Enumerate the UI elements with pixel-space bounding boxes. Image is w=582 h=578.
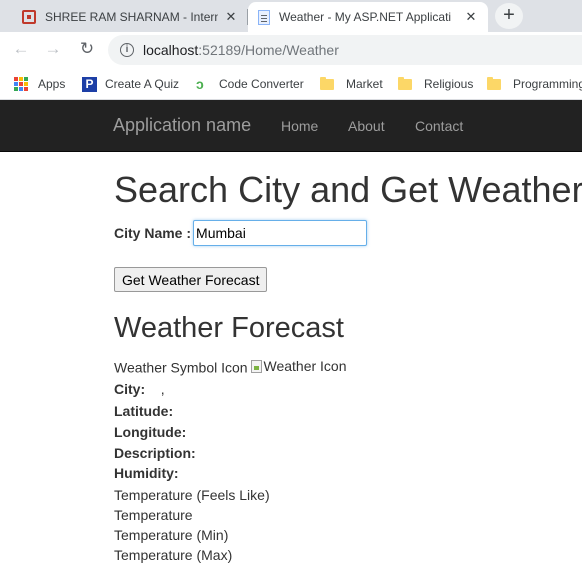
folder-icon <box>487 76 501 90</box>
get-weather-forecast-button[interactable]: Get Weather Forecast <box>114 267 268 292</box>
city-result-label: City: <box>114 381 146 397</box>
apps-grid-dot <box>14 87 18 91</box>
apps-grid-dot <box>19 77 23 81</box>
bookmark-create-a-quiz[interactable]: P Create A Quiz <box>82 74 179 94</box>
new-tab-button[interactable]: + <box>495 3 523 29</box>
bookmark-folder-religious[interactable]: Religious <box>398 74 473 94</box>
temperature-min-row: Temperature (Min) <box>114 527 229 543</box>
forward-arrow-icon[interactable]: → <box>42 38 64 60</box>
nav-link-about[interactable]: About <box>348 118 385 134</box>
temperature-row: Temperature <box>114 507 193 523</box>
apps-grid-dot <box>19 82 23 86</box>
tab-title: SHREE RAM SHARNAM - Internat <box>45 10 218 24</box>
folder-icon <box>398 76 412 90</box>
city-result-row: City: , <box>114 381 165 397</box>
bookmark-label: Create A Quiz <box>105 77 180 91</box>
url-host: localhost <box>143 42 199 58</box>
nav-link-home[interactable]: Home <box>281 118 318 134</box>
brand-link[interactable]: Application name <box>113 115 251 136</box>
weather-symbol-label: Weather Symbol Icon <box>114 359 248 376</box>
longitude-label: Longitude: <box>114 424 187 440</box>
apps-grid-dot <box>24 77 28 81</box>
document-favicon-icon <box>258 9 270 25</box>
weather-icon-alt: Weather Icon <box>263 358 347 374</box>
apps-grid-dot <box>14 77 18 81</box>
bookmark-folder-programming[interactable]: Programming <box>487 74 582 94</box>
close-tab-icon[interactable]: ✕ <box>224 9 238 25</box>
description-label: Description: <box>114 445 196 461</box>
code-converter-icon: ↄ <box>196 76 204 92</box>
reload-icon[interactable]: ↻ <box>76 38 98 60</box>
apps-grid-dot <box>24 87 28 91</box>
apps-grid-dot <box>24 82 28 86</box>
browser-tab-weather[interactable]: Weather - My ASP.NET Applicati ✕ <box>248 2 488 32</box>
bookmark-label: Code Converter <box>219 77 304 91</box>
browser-tab-shree-ram[interactable]: SHREE RAM SHARNAM - Internat ✕ <box>16 2 248 32</box>
bookmark-code-converter[interactable]: ↄ Code Converter <box>196 74 304 94</box>
close-tab-icon[interactable]: ✕ <box>464 9 478 25</box>
back-arrow-icon[interactable]: ← <box>10 38 32 60</box>
folder-icon <box>320 76 334 90</box>
url-path: :52189/Home/Weather <box>198 42 339 58</box>
address-bar[interactable]: i localhost:52189/Home/Weather <box>108 35 582 65</box>
bookmark-apps[interactable]: Apps <box>14 74 65 94</box>
site-navbar: Application name Home About Contact <box>0 100 582 152</box>
temperature-max-row: Temperature (Max) <box>114 547 233 563</box>
page-title: Search City and Get Weather <box>114 169 582 210</box>
bookmarks-bar: Apps P Create A Quiz ↄ Code Converter Ma… <box>0 68 582 100</box>
latitude-label: Latitude: <box>114 403 174 419</box>
p-logo-icon: P <box>82 76 97 92</box>
info-icon[interactable]: i <box>120 43 134 57</box>
city-result-value: , <box>160 381 165 397</box>
apps-grid-dot <box>19 87 23 91</box>
bookmark-folder-market[interactable]: Market <box>320 74 383 94</box>
bookmark-label: Programming <box>513 77 582 91</box>
apps-grid-dot <box>14 82 18 86</box>
apps-grid-icon <box>14 77 28 91</box>
humidity-label: Humidity: <box>114 465 179 481</box>
weather-symbol-row: Weather Symbol Icon Weather Icon <box>114 358 347 376</box>
weather-icon: Weather Icon <box>251 358 347 374</box>
browser-toolbar: ← → ↻ i localhost:52189/Home/Weather <box>0 32 582 68</box>
nav-link-contact[interactable]: Contact <box>415 118 463 134</box>
temperature-feels-like-row: Temperature (Feels Like) <box>114 487 270 503</box>
city-name-input[interactable] <box>193 220 368 246</box>
tab-title: Weather - My ASP.NET Applicati <box>279 10 452 24</box>
city-form-row: City Name : <box>114 220 368 246</box>
city-name-label: City Name : <box>114 225 192 241</box>
browser-tab-strip: SHREE RAM SHARNAM - Internat ✕ Weather -… <box>0 0 582 32</box>
bookmark-label: Market <box>346 77 383 91</box>
bookmark-label: Religious <box>424 77 474 91</box>
broken-image-icon <box>251 359 263 373</box>
bookmark-label: Apps <box>38 77 66 91</box>
forecast-heading: Weather Forecast <box>114 312 344 344</box>
humidity-row: Humidity: <box>114 465 179 481</box>
latitude-row: Latitude: <box>114 403 173 419</box>
description-row: Description: <box>114 445 196 461</box>
site-favicon-icon <box>22 10 36 24</box>
longitude-row: Longitude: <box>114 424 186 440</box>
